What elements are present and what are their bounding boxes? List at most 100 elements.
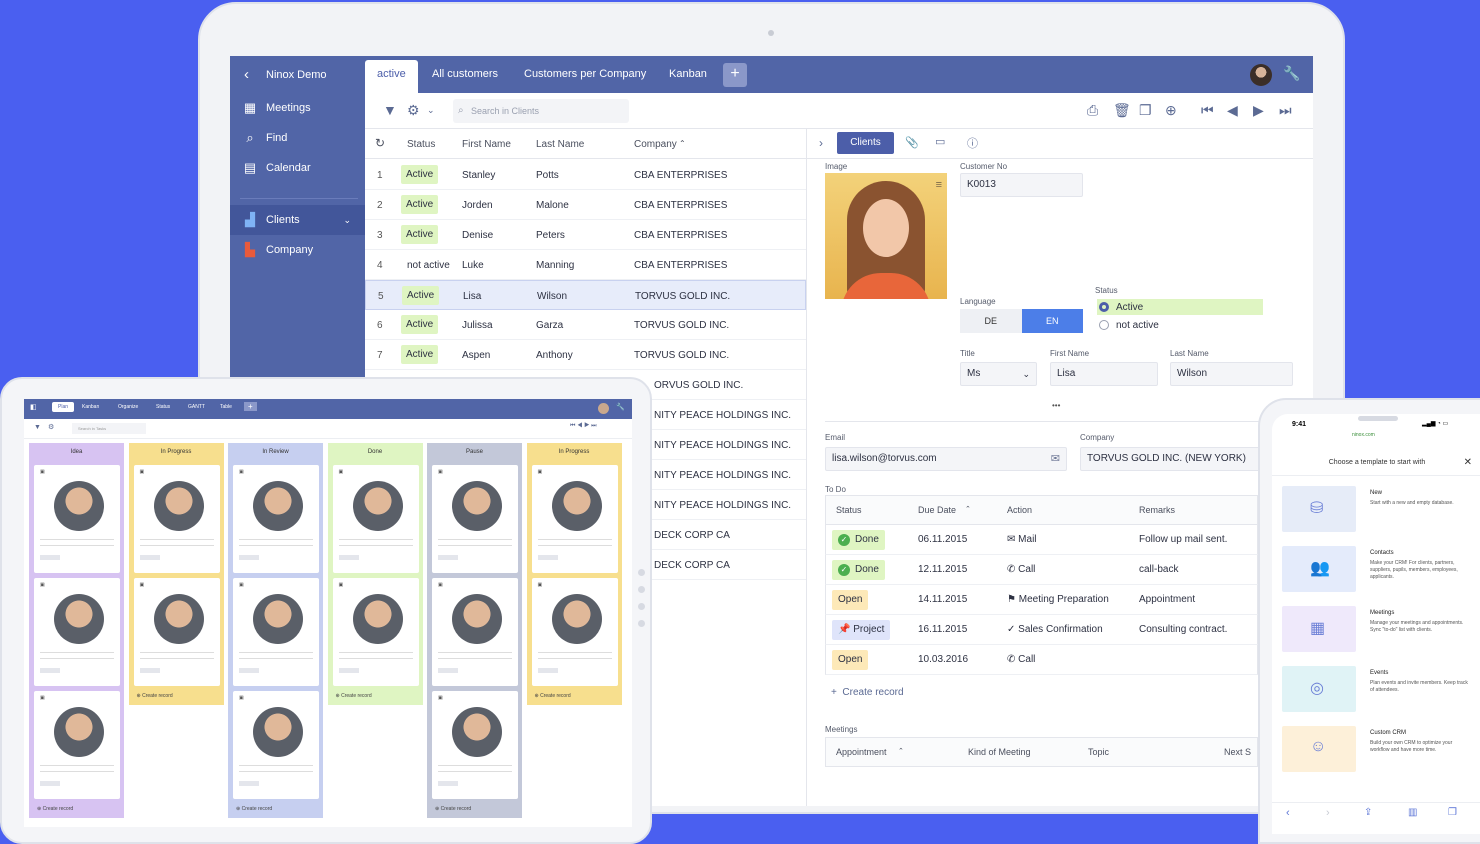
forward-icon[interactable]: › (1326, 807, 1330, 819)
menu-icon[interactable]: ≡ (936, 179, 942, 191)
kanban-card[interactable]: ▣ (34, 578, 120, 686)
create-record-button[interactable]: ⊕ Create record (137, 693, 173, 699)
template-item[interactable]: ☺ Custom CRM Build your own CRM to optimiz… (1282, 726, 1478, 774)
sort-asc-icon[interactable]: ⌃ (965, 505, 971, 513)
language-de-button[interactable]: DE (960, 309, 1022, 333)
language-en-button[interactable]: EN (1021, 309, 1083, 333)
wrench-icon[interactable]: 🔧 (1283, 65, 1300, 82)
tab-all-customers[interactable]: All customers (420, 60, 510, 89)
kanban-card[interactable]: ▣ (432, 578, 518, 686)
mail-icon[interactable]: ✉ (1051, 448, 1060, 470)
create-record-button[interactable]: ⊕ Create record (336, 693, 372, 699)
email-field[interactable]: lisa.wilson@torvus.com ✉ (825, 447, 1067, 471)
sidebar-item-clients[interactable]: ▟ Clients ⌄ (230, 205, 365, 235)
sort-asc-icon[interactable]: ⌃ (898, 747, 904, 755)
kanban-card[interactable]: ▣ (133, 465, 220, 573)
table-row[interactable]: 1 Active Stanley Potts CBA ENTERPRISES (365, 160, 806, 190)
customer-no-field[interactable]: K0013 (960, 173, 1083, 197)
chevron-down-icon[interactable]: ⌄ (343, 215, 351, 226)
tabs-icon[interactable]: ❐ (1448, 807, 1457, 818)
info-icon[interactable]: ⓘ (967, 135, 978, 151)
column-header[interactable]: Appointment (836, 747, 887, 757)
more-fields-icon[interactable]: ••• (1052, 401, 1060, 410)
gear-icon[interactable]: ⚙ (407, 102, 420, 119)
column-header[interactable]: First Name (462, 139, 511, 150)
column-header[interactable]: Topic (1088, 747, 1109, 757)
table-row[interactable]: 3 Active Denise Peters CBA ENTERPRISES (365, 220, 806, 250)
todo-row[interactable]: ✓ Done 06.11.2015 ✉ Mail Follow up mail sent… (825, 525, 1258, 555)
gear-icon[interactable]: ⚙ (48, 423, 54, 431)
user-avatar[interactable] (1250, 64, 1272, 86)
column-header[interactable]: Status (836, 505, 862, 515)
tab-organize[interactable]: Organize (118, 404, 138, 410)
tab-active[interactable]: active (365, 60, 418, 93)
sidebar-item-calendar[interactable]: ▤ Calendar (230, 153, 365, 183)
print-icon[interactable]: ⎙ (1087, 102, 1098, 119)
column-header[interactable]: Kind of Meeting (968, 747, 1031, 757)
record-nav-icons[interactable]: ⏮ ◀ ▶ ⏭ (570, 423, 597, 430)
kanban-card[interactable]: ▣ (332, 578, 419, 686)
template-item[interactable]: 👥 Contacts Make your CRM! For clients, par… (1282, 546, 1478, 594)
kanban-card[interactable]: ▣ (432, 691, 518, 799)
template-item[interactable]: ⛁ New Start with a new and empty database. (1282, 486, 1478, 534)
column-header[interactable]: Action (1007, 505, 1032, 515)
kanban-card[interactable]: ▣ (332, 465, 419, 573)
first-name-field[interactable]: Lisa (1050, 362, 1158, 386)
last-name-field[interactable]: Wilson (1170, 362, 1293, 386)
create-record-button[interactable]: ⊕ Create record (535, 693, 571, 699)
tab-table[interactable]: Table (220, 404, 232, 410)
column-header[interactable]: Remarks (1139, 505, 1175, 515)
kanban-card[interactable]: ▣ (233, 691, 319, 799)
table-row[interactable]: 6 Active Julissa Garza TORVUS GOLD INC. (365, 310, 806, 340)
tab-customers-per-company[interactable]: Customers per Company (512, 60, 658, 89)
search-input[interactable]: ⌕ Search in Clients (453, 99, 629, 123)
todo-row[interactable]: 📌 Project 16.11.2015 ✓ Sales Confirmation C… (825, 615, 1258, 645)
create-record-button[interactable]: + Create record (831, 687, 904, 698)
kanban-card[interactable]: ▣ (133, 578, 220, 686)
kanban-card[interactable]: ▣ (432, 465, 518, 573)
tab-kanban[interactable]: Kanban (657, 60, 719, 89)
status-active-radio[interactable]: Active (1097, 299, 1263, 315)
table-row[interactable]: 7 Active Aspen Anthony TORVUS GOLD INC. (365, 340, 806, 370)
next-record-icon[interactable]: ▶ (1253, 102, 1264, 119)
chevron-right-icon[interactable]: › (819, 136, 823, 150)
user-avatar[interactable] (598, 403, 609, 414)
add-tab-button[interactable]: + (244, 402, 257, 411)
kanban-card[interactable]: ▣ (34, 465, 120, 573)
trash-icon[interactable]: 🗑 (1113, 102, 1131, 119)
tab-status[interactable]: Status (156, 404, 170, 410)
client-photo[interactable]: ≡ (825, 173, 947, 299)
kanban-card[interactable]: ▣ (34, 691, 120, 799)
sort-asc-icon[interactable]: ⌃ (679, 139, 686, 148)
column-header[interactable]: Due Date (918, 505, 956, 515)
last-record-icon[interactable]: ⏭ (1279, 102, 1292, 119)
chevron-down-icon[interactable]: ⌄ (427, 105, 435, 116)
tab-gantt[interactable]: GANTT (188, 404, 205, 410)
column-header[interactable]: Last Name (536, 139, 584, 150)
column-header[interactable]: Status (407, 139, 435, 150)
back-icon[interactable]: ‹ (244, 66, 249, 83)
attachment-icon[interactable]: 📎 (905, 136, 919, 149)
template-item[interactable]: ▦ Meetings Manage your meetings and appoin… (1282, 606, 1478, 654)
sidebar-item-meetings[interactable]: ▦ Meetings (230, 93, 365, 123)
create-record-button[interactable]: ⊕ Create record (37, 806, 73, 812)
kanban-card[interactable]: ▣ (233, 578, 319, 686)
table-row[interactable]: 2 Active Jorden Malone CBA ENTERPRISES (365, 190, 806, 220)
create-record-button[interactable]: ⊕ Create record (435, 806, 471, 812)
share-icon[interactable]: ⇪ (1364, 807, 1372, 818)
wrench-icon[interactable]: 🔧 (616, 403, 625, 411)
duplicate-icon[interactable]: ❐ (1139, 102, 1152, 119)
previous-record-icon[interactable]: ◀ (1227, 102, 1238, 119)
back-icon[interactable]: ‹ (1286, 807, 1290, 819)
tab-kanban[interactable]: Kanban (82, 404, 99, 410)
column-header[interactable]: Company (634, 139, 677, 150)
tab-clients[interactable]: Clients (837, 132, 894, 154)
create-record-button[interactable]: ⊕ Create record (236, 806, 272, 812)
status-inactive-radio[interactable]: not active (1097, 317, 1263, 333)
first-record-icon[interactable]: ⏮ (1201, 102, 1214, 119)
todo-row[interactable]: Open 10.03.2016 ✆ Call (825, 645, 1258, 675)
filter-icon[interactable]: ▼ (34, 424, 41, 431)
sidebar-item-company[interactable]: ▙ Company (230, 235, 365, 265)
close-icon[interactable]: ✕ (1464, 450, 1472, 476)
search-input[interactable]: Search in Tasks (72, 423, 146, 434)
